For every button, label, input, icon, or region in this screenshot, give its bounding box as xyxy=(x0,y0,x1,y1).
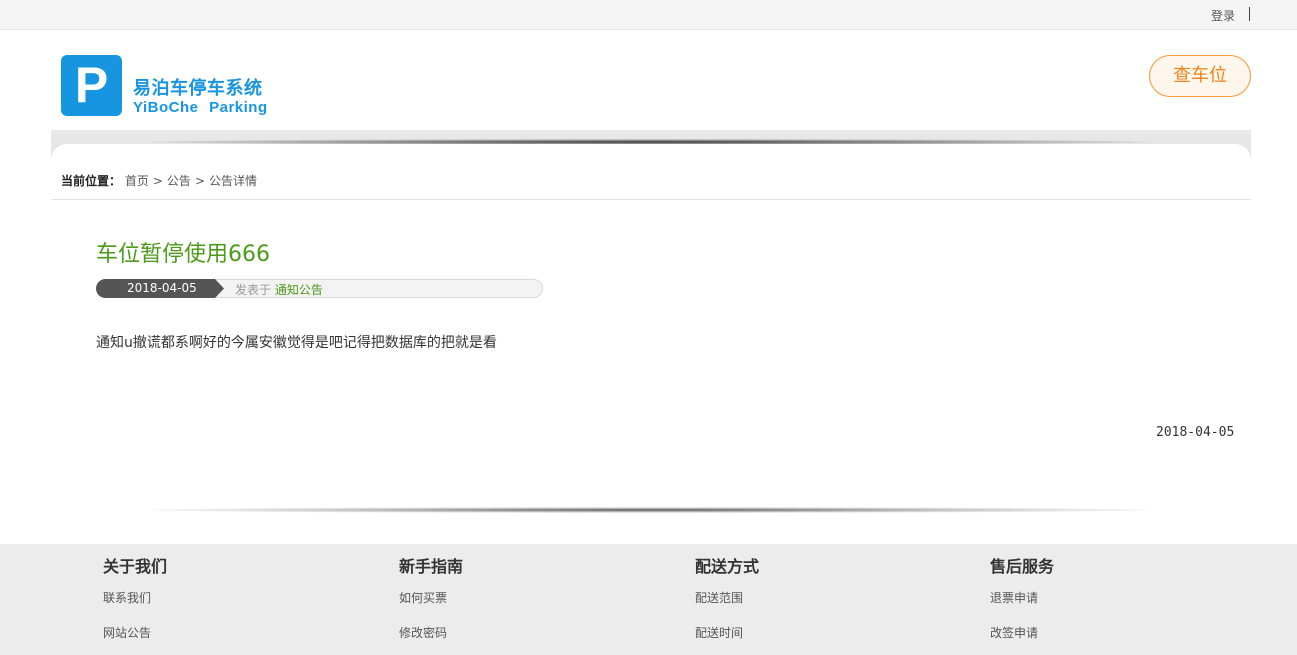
breadcrumb-notices[interactable]: 公告 xyxy=(167,174,191,188)
article-meta: 发表于 通知公告 xyxy=(235,281,323,298)
login-link[interactable]: 登录 xyxy=(1211,7,1235,24)
footer-link[interactable]: 修改密码 xyxy=(399,624,447,641)
topbar-divider xyxy=(1249,7,1250,21)
footer-link[interactable]: 网站公告 xyxy=(103,624,151,641)
article-date-tag: 2018-04-05 xyxy=(96,279,224,298)
breadcrumb-separator: > xyxy=(194,174,205,188)
footer-link[interactable]: 退票申请 xyxy=(990,589,1038,606)
logo-letter: P xyxy=(74,57,109,113)
breadcrumb-separator: > xyxy=(152,174,163,188)
breadcrumb-current[interactable]: 公告详情 xyxy=(209,174,257,188)
breadcrumb-home[interactable]: 首页 xyxy=(125,174,149,188)
top-bar: 登录 xyxy=(0,0,1297,30)
breadcrumb: 当前位置： 首页 > 公告 > 公告详情 xyxy=(61,172,257,189)
find-parking-button[interactable]: 查车位 xyxy=(1149,55,1251,97)
breadcrumb-label: 当前位置： xyxy=(61,174,122,188)
footer-link[interactable]: 联系我们 xyxy=(103,589,151,606)
breadcrumb-divider xyxy=(51,199,1251,200)
footer-heading: 售后服务 xyxy=(990,557,1055,576)
panel-bottom-shadow xyxy=(150,507,1150,513)
footer-heading: 新手指南 xyxy=(399,557,464,576)
posted-in-label: 发表于 xyxy=(235,283,272,297)
footer-link[interactable]: 配送时间 xyxy=(695,624,743,641)
article-footer-date: 2018-04-05 xyxy=(1156,425,1235,440)
article-category-link[interactable]: 通知公告 xyxy=(275,283,323,297)
site-name-en: YiBoChe Parking xyxy=(133,99,268,116)
site-name-cn: 易泊车停车系统 xyxy=(133,78,263,99)
footer-link[interactable]: 改签申请 xyxy=(990,624,1038,641)
site-footer: 关于我们 联系我们 网站公告 新手指南 如何买票 修改密码 配送方式 配送范围 … xyxy=(0,544,1297,655)
footer-heading: 关于我们 xyxy=(103,557,168,576)
logo-icon[interactable]: P xyxy=(61,55,122,116)
footer-link[interactable]: 如何买票 xyxy=(399,589,447,606)
article-body: 通知u撤谎都系啊好的今属安徽觉得是吧记得把数据库的把就是看 xyxy=(96,335,497,351)
footer-heading: 配送方式 xyxy=(695,557,760,576)
article-title: 车位暂停使用666 xyxy=(96,242,270,267)
footer-link[interactable]: 配送范围 xyxy=(695,589,743,606)
